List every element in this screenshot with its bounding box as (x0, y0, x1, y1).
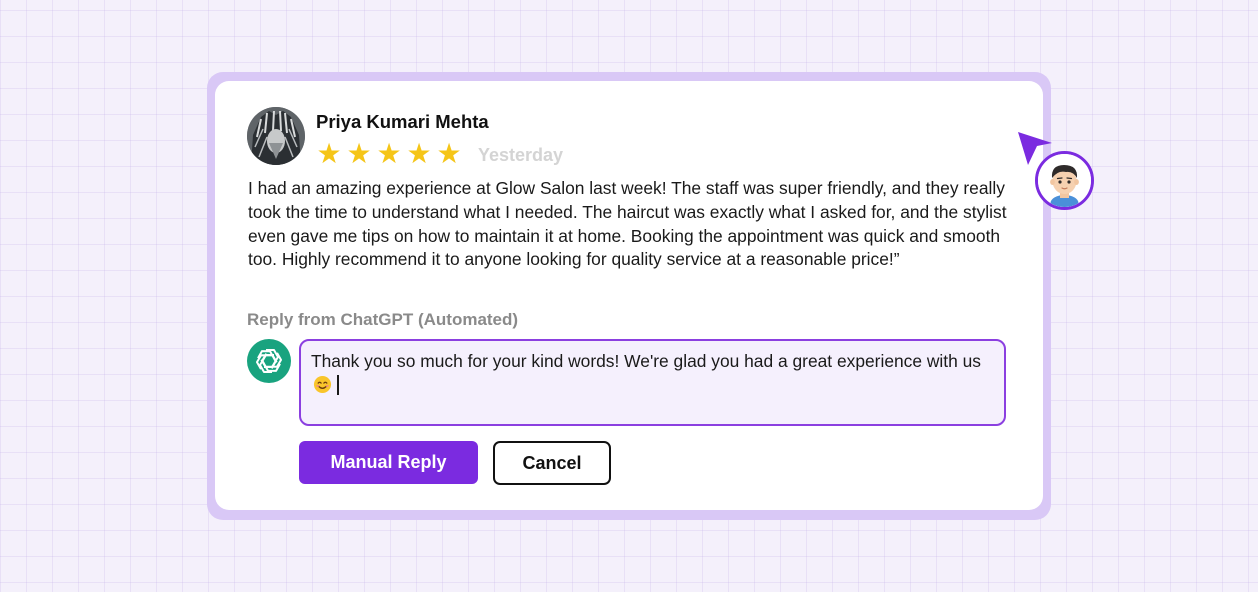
reviewer-name: Priya Kumari Mehta (316, 111, 489, 132)
user-avatar-icon (1035, 151, 1094, 210)
reply-text: Thank you so much for your kind words! W… (311, 351, 981, 371)
star-icon: ★ (376, 138, 402, 169)
star-icon: ★ (406, 138, 432, 169)
reviewer-avatar (247, 107, 305, 165)
text-caret (337, 375, 339, 395)
cancel-button[interactable]: Cancel (493, 441, 611, 485)
smiling-face-icon (313, 375, 332, 400)
star-icon: ★ (436, 138, 462, 169)
manual-reply-button[interactable]: Manual Reply (299, 441, 478, 484)
star-icon: ★ (346, 138, 372, 169)
reply-textarea[interactable]: Thank you so much for your kind words! W… (299, 339, 1006, 426)
reply-heading: Reply from ChatGPT (Automated) (247, 310, 519, 329)
review-card: Priya Kumari Mehta ★ ★ ★ ★ ★ Yesterday I… (215, 81, 1043, 510)
review-date: Yesterday (478, 145, 564, 165)
chatgpt-logo-icon (247, 339, 291, 383)
review-text: I had an amazing experience at Glow Salo… (248, 178, 1007, 270)
star-icon: ★ (316, 138, 342, 169)
star-rating: ★ ★ ★ ★ ★ (315, 139, 463, 169)
